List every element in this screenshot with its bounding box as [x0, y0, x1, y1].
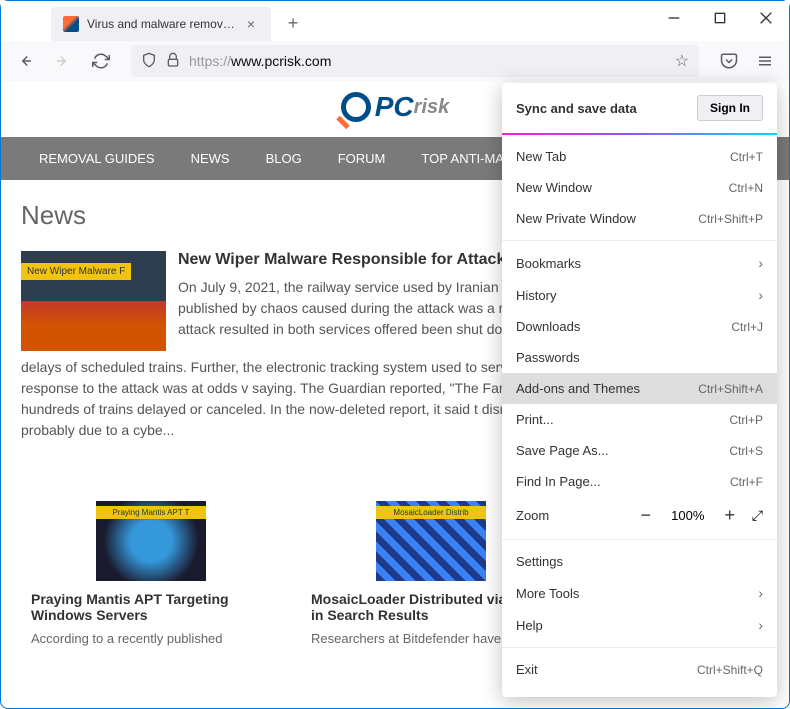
- shield-icon[interactable]: [141, 52, 157, 71]
- address-bar[interactable]: https://www.pcrisk.com ☆: [131, 45, 699, 77]
- url-text: https://www.pcrisk.com: [189, 53, 667, 69]
- close-icon: [758, 10, 774, 26]
- menu-addons-themes[interactable]: Add-ons and ThemesCtrl+Shift+A: [502, 373, 777, 404]
- pocket-button[interactable]: [713, 45, 745, 77]
- menu-settings[interactable]: Settings: [502, 546, 777, 577]
- zoom-in-button[interactable]: +: [718, 503, 742, 527]
- sub-article-excerpt: According to a recently published: [31, 631, 271, 646]
- close-window-button[interactable]: [743, 1, 789, 35]
- back-button[interactable]: [9, 45, 41, 77]
- zoom-out-button[interactable]: −: [634, 503, 658, 527]
- window-controls: [651, 1, 789, 35]
- tab-favicon-icon: [63, 16, 79, 32]
- menu-passwords[interactable]: Passwords: [502, 342, 777, 373]
- nav-forum[interactable]: FORUM: [320, 137, 404, 180]
- site-logo[interactable]: PCrisk: [341, 91, 450, 123]
- minimize-icon: [666, 10, 682, 26]
- article-thumbnail[interactable]: New Wiper Malware F: [21, 251, 166, 351]
- menu-print[interactable]: Print...Ctrl+P: [502, 404, 777, 435]
- menu-sync-header: Sync and save data Sign In: [502, 83, 777, 135]
- menu-help[interactable]: Help›: [502, 609, 777, 641]
- app-menu-dropdown: Sync and save data Sign In New TabCtrl+T…: [502, 83, 777, 697]
- menu-new-window[interactable]: New WindowCtrl+N: [502, 172, 777, 203]
- pocket-icon: [720, 52, 738, 70]
- menu-bookmarks[interactable]: Bookmarks›: [502, 247, 777, 279]
- close-tab-icon[interactable]: ×: [243, 16, 259, 32]
- tab-title: Virus and malware removal inst: [87, 17, 235, 31]
- menu-history[interactable]: History›: [502, 279, 777, 311]
- menu-downloads[interactable]: DownloadsCtrl+J: [502, 311, 777, 342]
- maximize-button[interactable]: [697, 1, 743, 35]
- sub-article-title[interactable]: Praying Mantis APT Targeting Windows Ser…: [31, 591, 271, 623]
- back-arrow-icon: [16, 52, 34, 70]
- app-menu-button[interactable]: [749, 45, 781, 77]
- menu-zoom: Zoom − 100% + ⤢: [502, 497, 777, 533]
- chevron-right-icon: ›: [758, 585, 763, 601]
- menu-save-page[interactable]: Save Page As...Ctrl+S: [502, 435, 777, 466]
- lock-icon[interactable]: [165, 52, 181, 71]
- sub-thumb-label: Praying Mantis APT T: [96, 506, 206, 519]
- sub-thumbnail[interactable]: MosaicLoader Distrib: [376, 501, 486, 581]
- menu-more-tools[interactable]: More Tools›: [502, 577, 777, 609]
- chevron-right-icon: ›: [758, 617, 763, 633]
- browser-tab[interactable]: Virus and malware removal inst ×: [51, 7, 271, 41]
- reload-button[interactable]: [85, 45, 117, 77]
- chevron-right-icon: ›: [758, 287, 763, 303]
- maximize-icon: [712, 10, 728, 26]
- browser-toolbar: https://www.pcrisk.com ☆: [1, 41, 789, 81]
- window-titlebar: Virus and malware removal inst × +: [1, 1, 789, 41]
- new-tab-button[interactable]: +: [279, 9, 307, 37]
- magnifier-icon: [341, 92, 371, 122]
- signin-button[interactable]: Sign In: [697, 95, 763, 121]
- sub-article: Praying Mantis APT T Praying Mantis APT …: [31, 501, 271, 646]
- sub-thumbnail[interactable]: Praying Mantis APT T: [96, 501, 206, 581]
- zoom-value: 100%: [668, 508, 708, 523]
- menu-find-in-page[interactable]: Find In Page...Ctrl+F: [502, 466, 777, 497]
- nav-blog[interactable]: BLOG: [248, 137, 320, 180]
- forward-button[interactable]: [47, 45, 79, 77]
- nav-news[interactable]: NEWS: [173, 137, 248, 180]
- bookmark-star-icon[interactable]: ☆: [675, 51, 689, 71]
- minimize-button[interactable]: [651, 1, 697, 35]
- menu-new-private-window[interactable]: New Private WindowCtrl+Shift+P: [502, 203, 777, 234]
- fullscreen-button[interactable]: ⤢: [752, 507, 763, 524]
- chevron-right-icon: ›: [758, 255, 763, 271]
- menu-exit[interactable]: ExitCtrl+Shift+Q: [502, 654, 777, 685]
- sub-thumb-label: MosaicLoader Distrib: [376, 506, 486, 519]
- hamburger-icon: [756, 52, 774, 70]
- forward-arrow-icon: [54, 52, 72, 70]
- thumb-label: New Wiper Malware F: [21, 263, 131, 280]
- reload-icon: [92, 52, 110, 70]
- nav-removal-guides[interactable]: REMOVAL GUIDES: [21, 137, 173, 180]
- sync-label: Sync and save data: [516, 101, 637, 116]
- menu-new-tab[interactable]: New TabCtrl+T: [502, 141, 777, 172]
